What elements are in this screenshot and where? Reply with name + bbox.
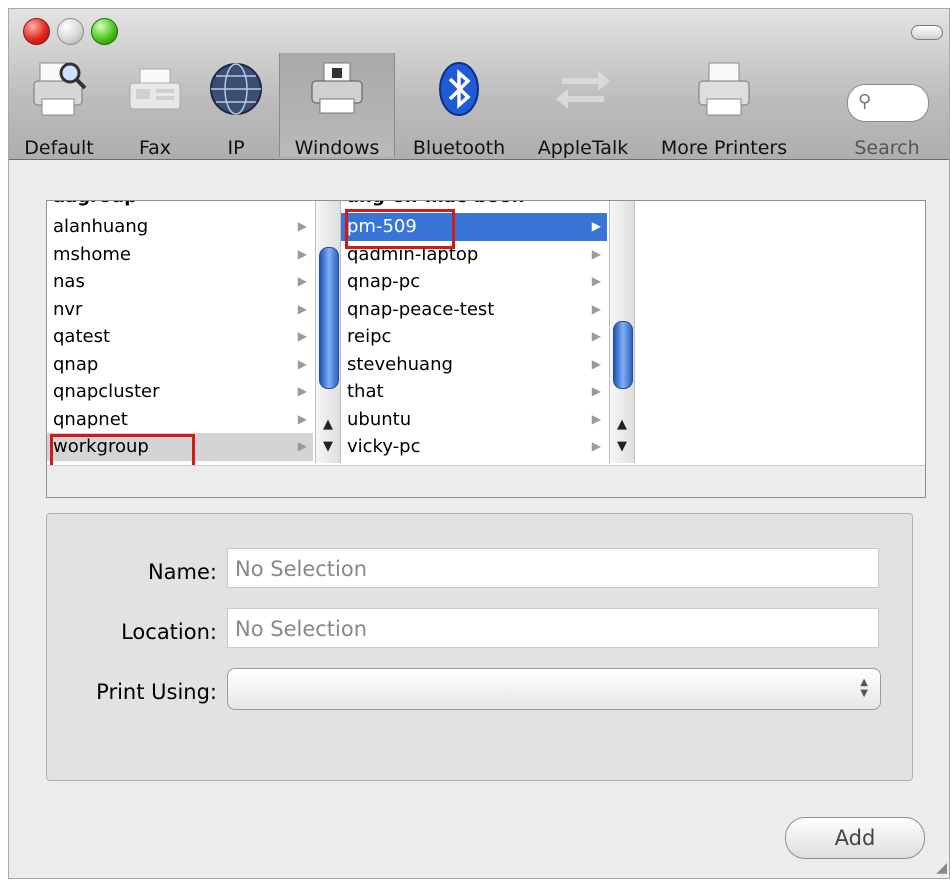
- toolbar-toggle-button[interactable]: [911, 25, 943, 40]
- computer-row[interactable]: stevehuang ▶: [341, 351, 607, 379]
- expand-arrow-icon: ▶: [297, 439, 307, 453]
- scroll-down-arrow-icon[interactable]: ▼: [316, 439, 340, 461]
- expand-arrow-icon: ▶: [591, 356, 601, 371]
- workgroup-row[interactable]: qnap ▶: [47, 351, 313, 379]
- toolbar-more-printers-label: More Printers: [660, 137, 788, 159]
- toolbar-default-label: Default: [24, 137, 94, 159]
- computer-row[interactable]: reipc ▶: [341, 323, 607, 351]
- scroll-up-arrow-icon[interactable]: ▲: [316, 417, 340, 439]
- toolbar-bluetooth-label: Bluetooth: [412, 137, 506, 159]
- expand-arrow-icon: ▶: [591, 274, 601, 288]
- updown-arrows-icon: ▲ ▼: [860, 677, 868, 699]
- computer-row[interactable]: ubuntu ▶: [341, 406, 607, 434]
- name-label: Name:: [147, 560, 217, 584]
- workgroup-row[interactable]: qnapcluster ▶: [47, 378, 313, 406]
- toolbar-windows[interactable]: Windows: [279, 53, 395, 159]
- expand-arrow-icon: ▶: [297, 246, 307, 261]
- workgroup-row[interactable]: nas ▶: [47, 268, 313, 296]
- toolbar-fax[interactable]: Fax: [117, 53, 193, 159]
- print-using-label: Print Using:: [96, 680, 217, 704]
- toolbar-default[interactable]: Default: [9, 53, 109, 159]
- workgroup-row[interactable]: mshome ▶: [47, 241, 313, 269]
- expand-arrow-icon: ▶: [297, 356, 307, 371]
- workgroup-row[interactable]: qatest ▶: [47, 323, 313, 351]
- toolbar-windows-label: Windows: [294, 137, 380, 159]
- expand-arrow-icon: ▶: [297, 301, 307, 316]
- add-button[interactable]: Add: [785, 817, 925, 859]
- toolbar-more-printers[interactable]: More Printers: [649, 53, 799, 159]
- workgroup-row[interactable]: qnapnet ▶: [47, 406, 313, 434]
- windows-printer-icon: [311, 62, 363, 114]
- workgroup-column: aagroup alanhuang▶ mshome▶ nas▶ nvr▶ qat…: [47, 201, 313, 463]
- toolbar-appletalk-label: AppleTalk: [537, 137, 629, 159]
- add-printer-window: Default Fax IP Windows Bluetooth AppleTa…: [8, 8, 950, 879]
- expand-arrow-icon: ▶: [297, 219, 307, 233]
- location-label: Location:: [121, 620, 217, 644]
- browser-status-strip: [47, 465, 925, 497]
- expand-arrow-icon: ▶: [591, 301, 601, 316]
- search-field[interactable]: ⚲: [847, 84, 929, 122]
- expand-arrow-icon: ▶: [297, 274, 307, 288]
- expand-arrow-icon: ▶: [591, 439, 601, 453]
- toolbar-bluetooth[interactable]: Bluetooth: [403, 53, 515, 159]
- toolbar-search: ⚲ Search: [827, 53, 947, 159]
- computer-partial-row: ang-on-mac-booh: [347, 201, 524, 207]
- location-field[interactable]: No Selection: [227, 608, 879, 648]
- expand-arrow-icon: ▶: [591, 246, 601, 261]
- bluetooth-icon: [439, 62, 479, 116]
- toolbar-search-label: Search: [854, 137, 920, 159]
- computer-row[interactable]: vicky-pc ▶: [341, 433, 607, 461]
- computer-row[interactable]: that ▶: [341, 378, 607, 406]
- computer-scrollbar[interactable]: ▲ ▼: [609, 201, 635, 463]
- workgroup-partial-row: aagroup: [53, 201, 137, 207]
- toolbar-appletalk[interactable]: AppleTalk: [523, 53, 643, 159]
- print-using-select[interactable]: ▲ ▼: [227, 668, 881, 710]
- highlight-box-pm-509: [345, 209, 455, 249]
- expand-arrow-icon: ▶: [297, 411, 307, 426]
- expand-arrow-icon: ▶: [591, 411, 601, 426]
- close-button[interactable]: [23, 18, 50, 45]
- printer-icon: [698, 62, 750, 116]
- toolbar-ip-label: IP: [227, 137, 245, 159]
- expand-arrow-icon: ▶: [591, 219, 601, 233]
- computer-row[interactable]: qnap-pc ▶: [341, 268, 607, 296]
- expand-arrow-icon: ▶: [297, 329, 307, 343]
- scrollbar-thumb[interactable]: [613, 321, 633, 389]
- scroll-down-arrow-icon[interactable]: ▼: [610, 439, 634, 461]
- expand-arrow-icon: ▶: [591, 384, 601, 398]
- swap-arrows-icon: [556, 71, 610, 109]
- fax-icon: [129, 68, 181, 110]
- workgroup-row[interactable]: nvr ▶: [47, 296, 313, 324]
- expand-arrow-icon: ▶: [591, 329, 601, 343]
- scrollbar-thumb[interactable]: [319, 247, 339, 389]
- network-browser: aagroup alanhuang▶ mshome▶ nas▶ nvr▶ qat…: [46, 200, 926, 498]
- printer-info-panel: Name: No Selection Location: No Selectio…: [46, 513, 913, 781]
- expand-arrow-icon: ▶: [297, 384, 307, 398]
- printer-search-icon: [33, 62, 87, 116]
- toolbar: Default Fax IP Windows Bluetooth AppleTa…: [9, 9, 949, 160]
- workgroup-row[interactable]: alanhuang ▶: [47, 213, 313, 241]
- globe-icon: [210, 63, 262, 115]
- toolbar-fax-label: Fax: [138, 137, 172, 159]
- zoom-button[interactable]: [91, 18, 118, 45]
- resize-grip-icon[interactable]: ◢: [936, 860, 947, 876]
- magnifier-icon: ⚲: [858, 91, 872, 112]
- minimize-button[interactable]: [57, 18, 84, 45]
- scroll-up-arrow-icon[interactable]: ▲: [610, 417, 634, 439]
- name-field[interactable]: No Selection: [227, 548, 879, 588]
- workgroup-scrollbar[interactable]: ▲ ▼: [315, 201, 341, 463]
- toolbar-ip[interactable]: IP: [201, 53, 271, 159]
- computer-row[interactable]: qnap-peace-test ▶: [341, 296, 607, 324]
